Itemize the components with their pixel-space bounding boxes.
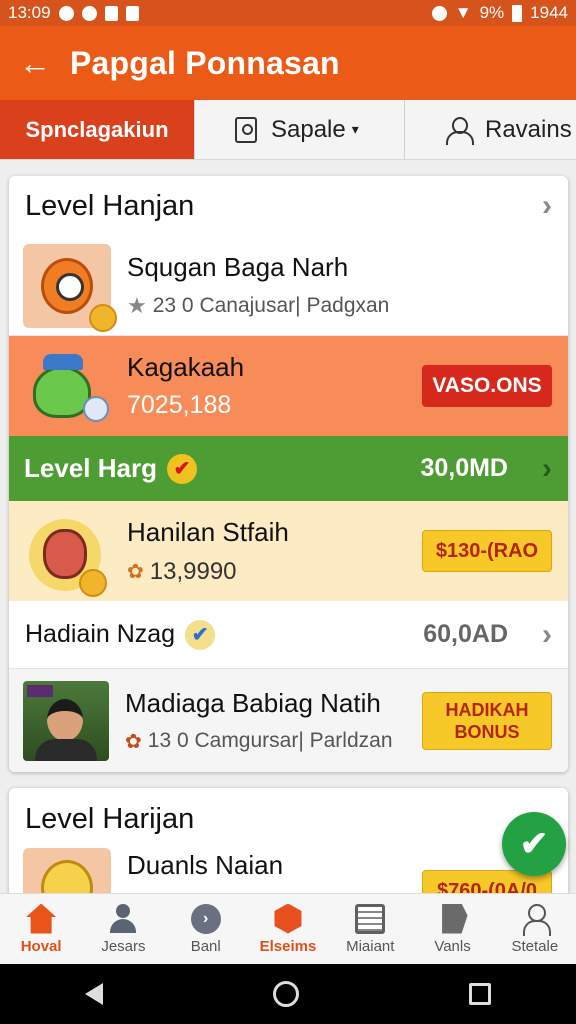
user-icon xyxy=(108,903,138,934)
nav-label: Stetale xyxy=(511,937,559,955)
item-name: Madiaga Babiag Natih xyxy=(125,687,381,718)
level-card: Level Hanjan › Squgan Baga Narh ★ 23 0 C… xyxy=(9,176,568,772)
level-bar-value: 30,0MD xyxy=(420,454,508,482)
level-card-2: Level Harijan Duanls Naian $760-(0A/0 xyxy=(9,788,568,898)
user-icon xyxy=(445,116,474,145)
nav-label: Jesars xyxy=(101,937,146,955)
status-time: 13:09 xyxy=(8,3,51,22)
nav-elseims[interactable]: Elseims xyxy=(247,894,329,964)
bonus-button[interactable]: HADIKAH BONUS xyxy=(422,691,552,750)
ranking-label: Ravains xyxy=(485,115,572,143)
item-name: Hanilan Stfaih xyxy=(127,516,289,547)
ranking-tab[interactable]: Ravains xyxy=(404,100,576,159)
avatar-mascot xyxy=(23,243,117,332)
paw-icon: ✿ xyxy=(127,561,144,583)
bonus-button-line2: BONUS xyxy=(454,721,520,742)
star-icon: ★ xyxy=(127,293,147,318)
vasoons-button[interactable]: VASO.ONS xyxy=(422,365,552,407)
list-item-highlighted[interactable]: Kagakaah 7025,188 VASO.ONS xyxy=(9,336,568,436)
check-badge-icon: ✔ xyxy=(166,453,197,484)
coin-icon xyxy=(89,303,117,332)
crab-icon: ✿ xyxy=(125,730,142,753)
bottom-nav: Hoval Jesars › Banl Elseims Miaiant Vanl… xyxy=(0,893,576,964)
tab-active[interactable]: Spnclagakiun xyxy=(0,100,194,159)
nav-label: Vanls xyxy=(434,937,471,955)
system-back-icon[interactable] xyxy=(85,983,103,1005)
battery-percent: 9% xyxy=(479,3,505,22)
notification-icon xyxy=(58,5,74,21)
nav-flag[interactable]: Vanls xyxy=(411,894,493,964)
location-icon xyxy=(431,5,447,21)
item-meta: 13 0 Camgursar| Parldzan xyxy=(147,729,393,752)
level-row-label: Hadiain Nzag xyxy=(25,620,176,648)
list-item[interactable]: Duanls Naian $760-(0A/0 xyxy=(9,848,568,898)
chevron-right-icon: › xyxy=(542,189,552,222)
bonus-button-line1: HADIKAH xyxy=(445,699,529,720)
item-name: Squgan Baga Narh xyxy=(127,252,349,282)
avatar-photo xyxy=(23,680,109,761)
status-bar: 13:09 ▼ 9% 1944 xyxy=(0,0,576,26)
level-header-title: Level Harijan xyxy=(25,802,195,835)
dropdown-caret-icon: ▾ xyxy=(351,121,359,137)
item-name: Kagakaah xyxy=(127,352,245,382)
avatar-mascot xyxy=(23,848,111,898)
price-button[interactable]: $130-(RAO xyxy=(422,530,552,572)
sort-label: Sapale xyxy=(271,115,346,143)
wifi-icon: ▼ xyxy=(454,3,472,22)
back-arrow-icon[interactable]: ← xyxy=(0,45,70,82)
app-bar: ← Papgal Ponnasan xyxy=(0,26,576,100)
nav-calculator[interactable]: Miaiant xyxy=(329,894,411,964)
nav-label: Banl xyxy=(190,937,221,955)
nav-home[interactable]: Hoval xyxy=(0,894,82,964)
calculator-icon xyxy=(355,903,386,934)
bag-icon xyxy=(235,116,257,143)
list-item[interactable]: Madiaga Babiag Natih ✿ 13 0 Camgursar| P… xyxy=(9,669,568,772)
item-name: Duanls Naian xyxy=(127,850,284,880)
chevron-right-icon: › xyxy=(542,617,552,651)
nav-label: Elseims xyxy=(259,937,317,955)
item-meta: 23 0 Canajusar| Padgxan xyxy=(152,294,390,317)
list-item[interactable]: Hanilan Stfaih ✿ 13,9990 $130-(RAO xyxy=(9,501,568,601)
system-home-icon[interactable] xyxy=(273,981,299,1007)
hexagon-icon xyxy=(274,903,302,934)
download-icon xyxy=(125,5,139,21)
nav-profile[interactable]: Stetale xyxy=(494,894,576,964)
status-clock: 1944 xyxy=(530,3,568,22)
nav-play[interactable]: › Banl xyxy=(165,894,247,964)
system-recents-icon[interactable] xyxy=(469,983,491,1005)
level-header[interactable]: Level Harijan xyxy=(9,788,568,850)
check-badge-icon: ✔ xyxy=(185,619,216,650)
coin-icon xyxy=(79,569,107,597)
system-nav-bar xyxy=(0,964,576,1024)
level-bar-label: Level Harg xyxy=(24,453,157,483)
item-value: 13,9990 xyxy=(149,557,237,585)
level-header[interactable]: Level Hanjan › xyxy=(9,176,568,236)
sort-dropdown[interactable]: Sapale ▾ xyxy=(194,100,404,159)
filter-tab-row: Spnclagakiun Sapale ▾ Ravains xyxy=(0,100,576,160)
nav-users[interactable]: Jesars xyxy=(82,894,164,964)
home-icon xyxy=(26,903,57,934)
nav-label: Hoval xyxy=(20,937,62,955)
person-icon xyxy=(520,903,551,936)
nav-label: Miaiant xyxy=(346,937,395,955)
battery-icon xyxy=(512,4,523,22)
avatar-mascot xyxy=(23,344,111,428)
list-item[interactable]: Squgan Baga Narh ★ 23 0 Canajusar| Padgx… xyxy=(9,236,568,336)
check-fab-button[interactable]: ✔ xyxy=(502,812,566,876)
level-header-title: Level Hanjan xyxy=(25,189,195,222)
play-icon: › xyxy=(190,903,221,934)
page-title: Papgal Ponnasan xyxy=(70,44,340,81)
level-bar[interactable]: Level Harg ✔ 30,0MD › xyxy=(9,436,568,501)
sync-icon xyxy=(81,5,97,21)
item-value: 7025,188 xyxy=(127,391,232,419)
level-row-value: 60,0AD xyxy=(423,620,508,648)
chevron-right-icon: › xyxy=(542,451,552,485)
level-row[interactable]: Hadiain Nzag ✔ 60,0AD › xyxy=(9,601,568,669)
flag-icon xyxy=(442,903,468,934)
app-notification-icon xyxy=(104,5,118,21)
avatar-mascot xyxy=(27,509,107,597)
